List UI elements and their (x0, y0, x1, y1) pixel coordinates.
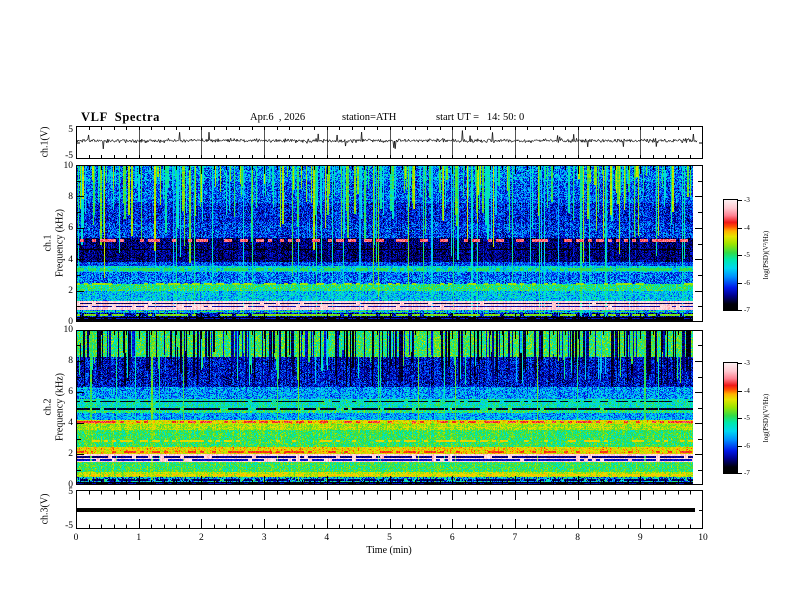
colorbar-tick-label: -6 (744, 441, 750, 450)
time-tick-label: 1 (136, 533, 142, 543)
freq-tick-label: 2 (68, 286, 73, 296)
ch1-spectrogram-canvas (76, 165, 703, 322)
time-tick-label: 2 (199, 533, 204, 543)
time-tick-label: 9 (637, 533, 643, 543)
ch3-ytick-bottom: -5 (65, 521, 73, 531)
ch3-waveform-canvas (76, 490, 703, 529)
colorbar-tick-label: -7 (744, 306, 750, 314)
time-tick-label: 6 (449, 533, 455, 543)
ch1-spec-ylabel-channel: ch.1 (42, 234, 54, 252)
ch1-wave-ytick-top: 5 (68, 125, 73, 135)
colorbar-1-label: log(PSD)(V²/Hz) (762, 230, 770, 280)
plot-station: station=ATH (342, 112, 397, 123)
time-tick-label: 3 (261, 533, 267, 543)
plot-title: VLF Spectra (81, 110, 160, 124)
freq-tick-label: 2 (68, 449, 73, 459)
time-tick-label: 7 (512, 533, 518, 543)
freq-tick-label: 10 (63, 325, 74, 335)
ch2-spec-ylabel-frequency: Frequency (kHz) (54, 372, 66, 442)
colorbar-tick-label: -4 (744, 386, 750, 395)
ch1-wave-ytick-bottom: -5 (65, 151, 73, 161)
time-tick-label: 5 (387, 533, 392, 543)
ch3-waveform-ylabel: ch.3(V) (39, 493, 51, 525)
colorbar-2-canvas (723, 362, 743, 474)
time-axis-title: Time (min) (366, 545, 412, 556)
plot-date: Apr.6 , 2026 (250, 112, 306, 123)
colorbar-tick-label: -7 (744, 469, 750, 477)
colorbar-tick-label: -6 (744, 278, 750, 287)
colorbar-1-canvas (723, 199, 743, 311)
ch1-waveform-ylabel: ch.1(V) (39, 126, 51, 158)
freq-tick-label: 8 (68, 356, 73, 366)
colorbar-tick-label: -4 (744, 223, 750, 232)
freq-tick-label: 4 (68, 255, 73, 265)
vlf-spectra-page: VLF Spectra Apr.6 , 2026 station=ATH sta… (0, 0, 792, 612)
colorbar-tick-label: -3 (744, 359, 750, 367)
ch2-spec-ylabel-channel: ch.2 (42, 398, 54, 416)
freq-tick-label: 8 (68, 192, 73, 202)
colorbar-2-label: log(PSD)(V²/Hz) (762, 393, 770, 443)
freq-tick-label: 6 (68, 223, 73, 233)
ch2-spectrogram-canvas (76, 330, 703, 485)
ch1-spec-ylabel-frequency: Frequency (kHz) (54, 208, 66, 278)
colorbar-tick-label: -5 (744, 251, 750, 259)
freq-tick-label: 4 (68, 418, 73, 428)
freq-tick-label: 0 (68, 480, 73, 490)
colorbar-tick-label: -3 (744, 196, 750, 204)
plot-start-ut: start UT = 14: 50: 0 (436, 112, 525, 123)
time-tick-label: 4 (324, 533, 330, 543)
freq-tick-label: 10 (63, 161, 74, 171)
ch1-waveform-canvas (76, 126, 703, 159)
freq-tick-label: 6 (68, 387, 73, 397)
time-tick-label: 8 (575, 533, 580, 543)
colorbar-tick-label: -5 (744, 414, 750, 422)
time-tick-label: 10 (698, 533, 708, 543)
time-tick-label: 0 (73, 533, 79, 543)
